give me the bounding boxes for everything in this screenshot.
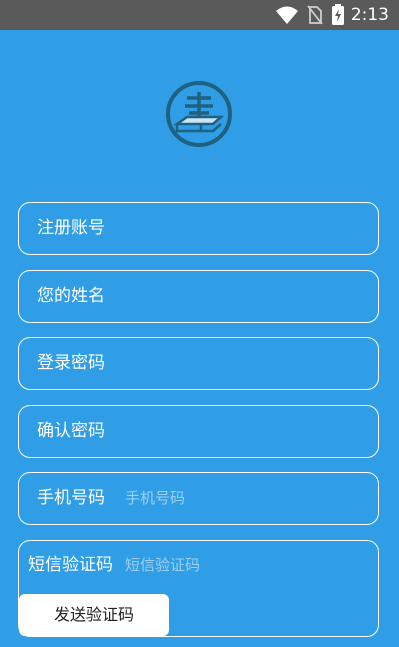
sms-code-label: 短信验证码	[28, 555, 113, 575]
status-time: 2:13	[350, 5, 389, 25]
wifi-icon	[276, 6, 298, 24]
phone-field[interactable]: 手机号码 手机号码	[18, 472, 379, 525]
account-field[interactable]: 注册账号	[18, 202, 379, 255]
password-label: 登录密码	[37, 353, 105, 373]
book-logo-icon	[166, 81, 232, 147]
battery-charging-icon	[332, 4, 344, 25]
phone-label: 手机号码	[37, 488, 105, 508]
name-label: 您的姓名	[37, 286, 105, 306]
sms-code-placeholder: 短信验证码	[125, 556, 201, 574]
password-field[interactable]: 登录密码	[18, 337, 379, 390]
no-sim-icon	[307, 5, 323, 25]
status-bar: 2:13	[0, 0, 399, 30]
confirm-password-label: 确认密码	[37, 421, 105, 441]
app-logo	[165, 80, 233, 148]
phone-placeholder: 手机号码	[125, 489, 186, 507]
send-code-button[interactable]: 发送验证码	[19, 594, 169, 636]
name-field[interactable]: 您的姓名	[18, 270, 379, 323]
confirm-password-field[interactable]: 确认密码	[18, 405, 379, 458]
account-label: 注册账号	[37, 218, 105, 238]
